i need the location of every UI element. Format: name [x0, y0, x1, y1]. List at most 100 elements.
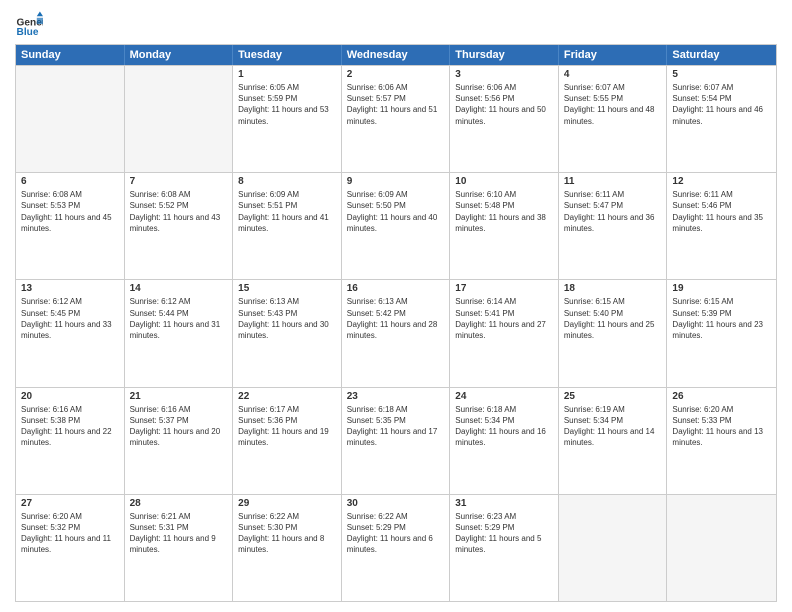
- day-number: 29: [238, 498, 336, 509]
- day-number: 12: [672, 176, 771, 187]
- day-number: 16: [347, 283, 445, 294]
- day-number: 6: [21, 176, 119, 187]
- day-info: Sunrise: 6:14 AMSunset: 5:41 PMDaylight:…: [455, 296, 553, 341]
- calendar-cell: 1 Sunrise: 6:05 AMSunset: 5:59 PMDaylight…: [233, 66, 342, 172]
- week-row-4: 20Sunrise: 6:16 AMSunset: 5:38 PMDayligh…: [16, 387, 776, 494]
- day-number: 26: [672, 391, 771, 402]
- day-number: 5: [672, 69, 771, 80]
- calendar-cell: 6 Sunrise: 6:08 AMSunset: 5:53 PMDaylight…: [16, 173, 125, 279]
- day-number: 4: [564, 69, 662, 80]
- day-number: 21: [130, 391, 228, 402]
- day-info: Sunrise: 6:06 AMSunset: 5:56 PMDaylight:…: [455, 82, 553, 127]
- day-header-monday: Monday: [125, 45, 234, 65]
- calendar-cell: 20Sunrise: 6:16 AMSunset: 5:38 PMDayligh…: [16, 388, 125, 494]
- day-number: 13: [21, 283, 119, 294]
- day-header-wednesday: Wednesday: [342, 45, 451, 65]
- calendar-cell: [559, 495, 668, 601]
- calendar-cell: 12 Sunrise: 6:11 AMSunset: 5:46 PMDayligh…: [667, 173, 776, 279]
- day-info: Sunrise: 6:07 AMSunset: 5:54 PMDaylight:…: [672, 82, 771, 127]
- day-number: 9: [347, 176, 445, 187]
- calendar-cell: 26Sunrise: 6:20 AMSunset: 5:33 PMDayligh…: [667, 388, 776, 494]
- day-info: Sunrise: 6:16 AMSunset: 5:38 PMDaylight:…: [21, 404, 119, 449]
- day-info: Sunrise: 6:21 AMSunset: 5:31 PMDaylight:…: [130, 511, 228, 556]
- calendar-cell: 7 Sunrise: 6:08 AMSunset: 5:52 PMDaylight…: [125, 173, 234, 279]
- calendar-cell: 16 Sunrise: 6:13 AMSunset: 5:42 PMDayligh…: [342, 280, 451, 386]
- logo-icon: General Blue: [15, 10, 43, 38]
- calendar-cell: 11Sunrise: 6:11 AMSunset: 5:47 PMDayligh…: [559, 173, 668, 279]
- calendar-cell: 23 Sunrise: 6:18 AMSunset: 5:35 PMDayligh…: [342, 388, 451, 494]
- day-number: 24: [455, 391, 553, 402]
- day-info: Sunrise: 6:11 AMSunset: 5:47 PMDaylight:…: [564, 189, 662, 234]
- calendar-cell: 25 Sunrise: 6:19 AMSunset: 5:34 PMDayligh…: [559, 388, 668, 494]
- day-number: 25: [564, 391, 662, 402]
- day-info: Sunrise: 6:22 AMSunset: 5:29 PMDaylight:…: [347, 511, 445, 556]
- day-info: Sunrise: 6:18 AMSunset: 5:35 PMDaylight:…: [347, 404, 445, 449]
- day-info: Sunrise: 6:08 AMSunset: 5:53 PMDaylight:…: [21, 189, 119, 234]
- day-header-friday: Friday: [559, 45, 668, 65]
- day-info: Sunrise: 6:13 AMSunset: 5:42 PMDaylight:…: [347, 296, 445, 341]
- day-info: Sunrise: 6:15 AMSunset: 5:39 PMDaylight:…: [672, 296, 771, 341]
- calendar-cell: 27 Sunrise: 6:20 AMSunset: 5:32 PMDayligh…: [16, 495, 125, 601]
- day-info: Sunrise: 6:20 AMSunset: 5:32 PMDaylight:…: [21, 511, 119, 556]
- calendar-cell: [667, 495, 776, 601]
- day-info: Sunrise: 6:16 AMSunset: 5:37 PMDaylight:…: [130, 404, 228, 449]
- day-number: 18: [564, 283, 662, 294]
- week-row-1: 1 Sunrise: 6:05 AMSunset: 5:59 PMDaylight…: [16, 65, 776, 172]
- calendar-cell: 5 Sunrise: 6:07 AMSunset: 5:54 PMDaylight…: [667, 66, 776, 172]
- day-info: Sunrise: 6:17 AMSunset: 5:36 PMDaylight:…: [238, 404, 336, 449]
- day-number: 3: [455, 69, 553, 80]
- logo: General Blue: [15, 10, 43, 38]
- calendar: SundayMondayTuesdayWednesdayThursdayFrid…: [15, 44, 777, 602]
- calendar-cell: 13Sunrise: 6:12 AMSunset: 5:45 PMDayligh…: [16, 280, 125, 386]
- day-number: 1: [238, 69, 336, 80]
- day-number: 30: [347, 498, 445, 509]
- calendar-cell: 31Sunrise: 6:23 AMSunset: 5:29 PMDayligh…: [450, 495, 559, 601]
- day-number: 15: [238, 283, 336, 294]
- calendar-cell: 18 Sunrise: 6:15 AMSunset: 5:40 PMDayligh…: [559, 280, 668, 386]
- day-number: 28: [130, 498, 228, 509]
- calendar-cell: 28 Sunrise: 6:21 AMSunset: 5:31 PMDayligh…: [125, 495, 234, 601]
- day-number: 17: [455, 283, 553, 294]
- calendar-cell: 9 Sunrise: 6:09 AMSunset: 5:50 PMDaylight…: [342, 173, 451, 279]
- calendar-cell: 21 Sunrise: 6:16 AMSunset: 5:37 PMDayligh…: [125, 388, 234, 494]
- day-info: Sunrise: 6:07 AMSunset: 5:55 PMDaylight:…: [564, 82, 662, 127]
- day-info: Sunrise: 6:10 AMSunset: 5:48 PMDaylight:…: [455, 189, 553, 234]
- day-info: Sunrise: 6:15 AMSunset: 5:40 PMDaylight:…: [564, 296, 662, 341]
- day-info: Sunrise: 6:09 AMSunset: 5:50 PMDaylight:…: [347, 189, 445, 234]
- week-row-3: 13Sunrise: 6:12 AMSunset: 5:45 PMDayligh…: [16, 279, 776, 386]
- page-header: General Blue: [15, 10, 777, 38]
- calendar-cell: [125, 66, 234, 172]
- calendar-cell: 3 Sunrise: 6:06 AMSunset: 5:56 PMDaylight…: [450, 66, 559, 172]
- calendar-cell: 17 Sunrise: 6:14 AMSunset: 5:41 PMDayligh…: [450, 280, 559, 386]
- day-info: Sunrise: 6:13 AMSunset: 5:43 PMDaylight:…: [238, 296, 336, 341]
- week-row-2: 6 Sunrise: 6:08 AMSunset: 5:53 PMDaylight…: [16, 172, 776, 279]
- calendar-cell: [16, 66, 125, 172]
- calendar-cell: 29 Sunrise: 6:22 AMSunset: 5:30 PMDayligh…: [233, 495, 342, 601]
- day-info: Sunrise: 6:05 AMSunset: 5:59 PMDaylight:…: [238, 82, 336, 127]
- day-info: Sunrise: 6:06 AMSunset: 5:57 PMDaylight:…: [347, 82, 445, 127]
- calendar-cell: 19Sunrise: 6:15 AMSunset: 5:39 PMDayligh…: [667, 280, 776, 386]
- day-number: 7: [130, 176, 228, 187]
- day-number: 8: [238, 176, 336, 187]
- week-row-5: 27 Sunrise: 6:20 AMSunset: 5:32 PMDayligh…: [16, 494, 776, 601]
- day-header-saturday: Saturday: [667, 45, 776, 65]
- day-info: Sunrise: 6:23 AMSunset: 5:29 PMDaylight:…: [455, 511, 553, 556]
- calendar-cell: 15 Sunrise: 6:13 AMSunset: 5:43 PMDayligh…: [233, 280, 342, 386]
- calendar-cell: 8Sunrise: 6:09 AMSunset: 5:51 PMDaylight…: [233, 173, 342, 279]
- weeks: 1 Sunrise: 6:05 AMSunset: 5:59 PMDaylight…: [16, 65, 776, 601]
- day-header-sunday: Sunday: [16, 45, 125, 65]
- day-info: Sunrise: 6:18 AMSunset: 5:34 PMDaylight:…: [455, 404, 553, 449]
- day-header-thursday: Thursday: [450, 45, 559, 65]
- day-number: 23: [347, 391, 445, 402]
- day-info: Sunrise: 6:22 AMSunset: 5:30 PMDaylight:…: [238, 511, 336, 556]
- day-number: 27: [21, 498, 119, 509]
- calendar-cell: 2Sunrise: 6:06 AMSunset: 5:57 PMDaylight…: [342, 66, 451, 172]
- day-info: Sunrise: 6:12 AMSunset: 5:44 PMDaylight:…: [130, 296, 228, 341]
- day-info: Sunrise: 6:19 AMSunset: 5:34 PMDaylight:…: [564, 404, 662, 449]
- day-info: Sunrise: 6:08 AMSunset: 5:52 PMDaylight:…: [130, 189, 228, 234]
- calendar-cell: 4 Sunrise: 6:07 AMSunset: 5:55 PMDaylight…: [559, 66, 668, 172]
- calendar-cell: 24 Sunrise: 6:18 AMSunset: 5:34 PMDayligh…: [450, 388, 559, 494]
- day-info: Sunrise: 6:11 AMSunset: 5:46 PMDaylight:…: [672, 189, 771, 234]
- calendar-cell: 14Sunrise: 6:12 AMSunset: 5:44 PMDayligh…: [125, 280, 234, 386]
- day-number: 10: [455, 176, 553, 187]
